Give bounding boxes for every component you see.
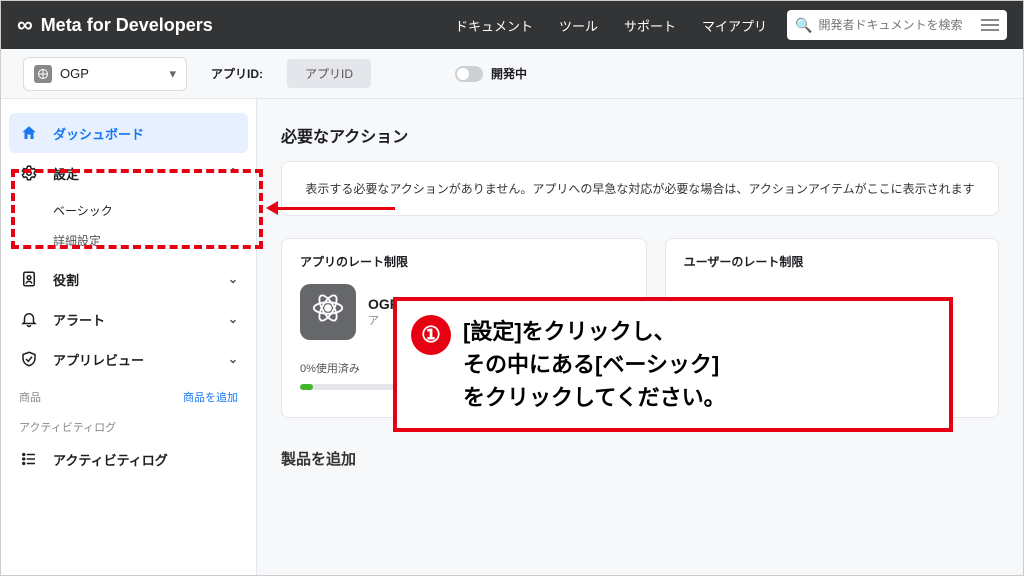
sidebar-activity-section: アクティビティログ — [1, 409, 256, 439]
sidebar-settings[interactable]: 設定 ⌃ — [1, 153, 256, 193]
sidebar-activity-log[interactable]: アクティビティログ — [1, 439, 256, 479]
nav-support[interactable]: サポート — [624, 16, 676, 35]
user-rate-title: ユーザーのレート制限 — [684, 253, 980, 270]
sub-header: OGP ▾ アプリID: アプリID 開発中 — [1, 49, 1023, 99]
search-menu-icon[interactable] — [981, 19, 999, 31]
sidebar-settings-children: ベーシック 詳細設定 — [1, 193, 256, 259]
add-products-heading: 製品を追加 — [281, 448, 999, 469]
search-icon: 🔍 — [795, 17, 812, 34]
annotation-arrow — [277, 207, 395, 210]
chevron-up-icon: ⌃ — [228, 166, 238, 180]
chevron-down-icon: ⌄ — [228, 272, 238, 286]
required-actions-heading: 必要なアクション — [281, 123, 999, 147]
annotation-text: [設定]をクリックし、 その中にある[ベーシック] をクリックしてください。 — [463, 315, 726, 414]
badge-icon — [19, 269, 39, 289]
top-header: ∞ Meta for Developers ドキュメント ツール サポート マイ… — [1, 1, 1023, 49]
sidebar-dashboard-label: ダッシュボード — [53, 124, 144, 143]
annotation-step-badge: ① — [411, 315, 451, 355]
sidebar-roles[interactable]: 役割 ⌄ — [1, 259, 256, 299]
sidebar-products-section: 商品 商品を追加 — [1, 379, 256, 409]
shield-icon — [19, 349, 39, 369]
app-selector-icon — [34, 65, 52, 83]
sidebar-alerts[interactable]: アラート ⌄ — [1, 299, 256, 339]
nav-myapps[interactable]: マイアプリ — [702, 16, 767, 35]
sidebar-alerts-label: アラート — [53, 310, 105, 329]
sidebar-activity-log-label: アクティビティログ — [53, 450, 168, 469]
nav-tools[interactable]: ツール — [559, 16, 598, 35]
chevron-down-icon: ⌄ — [228, 352, 238, 366]
app-rate-title: アプリのレート制限 — [300, 253, 628, 270]
annotation-callout: ① [設定]をクリックし、 その中にある[ベーシック] をクリックしてください。 — [393, 297, 953, 432]
products-label: 商品 — [19, 389, 41, 405]
sidebar-settings-label: 設定 — [53, 164, 79, 183]
top-nav: ドキュメント ツール サポート マイアプリ — [455, 16, 767, 35]
app-id-value[interactable]: アプリID — [287, 59, 371, 88]
search-box[interactable]: 🔍 — [787, 10, 1007, 40]
dev-mode-toggle[interactable] — [455, 66, 483, 82]
app-id-label: アプリID: — [211, 65, 263, 82]
app-thumb — [300, 284, 356, 340]
brand: ∞ Meta for Developers — [17, 14, 435, 36]
sidebar-appreview-label: アプリレビュー — [53, 350, 144, 369]
products-add-link[interactable]: 商品を追加 — [183, 389, 238, 405]
atom-icon — [311, 291, 345, 333]
nav-docs[interactable]: ドキュメント — [455, 16, 533, 35]
home-icon — [19, 123, 39, 143]
brand-text: Meta for Developers — [41, 15, 213, 36]
meta-logo-icon: ∞ — [17, 14, 33, 36]
sidebar-settings-basic[interactable]: ベーシック — [53, 195, 256, 225]
chevron-down-icon: ▾ — [169, 66, 176, 82]
dev-mode-row: 開発中 — [455, 65, 527, 82]
sidebar-roles-label: 役割 — [53, 270, 79, 289]
chevron-down-icon: ⌄ — [228, 312, 238, 326]
sidebar: ダッシュボード 設定 ⌃ ベーシック 詳細設定 役割 ⌄ — [1, 99, 257, 575]
app-selector[interactable]: OGP ▾ — [23, 57, 187, 91]
dev-mode-label: 開発中 — [491, 65, 527, 82]
list-icon — [19, 449, 39, 469]
annotation-arrow-head — [266, 201, 278, 215]
gear-icon — [19, 163, 39, 183]
sidebar-settings-advanced[interactable]: 詳細設定 — [53, 225, 256, 255]
sidebar-appreview[interactable]: アプリレビュー ⌄ — [1, 339, 256, 379]
app-selector-name: OGP — [60, 66, 89, 81]
search-input[interactable] — [818, 18, 975, 32]
sidebar-dashboard[interactable]: ダッシュボード — [9, 113, 248, 153]
bell-icon — [19, 309, 39, 329]
